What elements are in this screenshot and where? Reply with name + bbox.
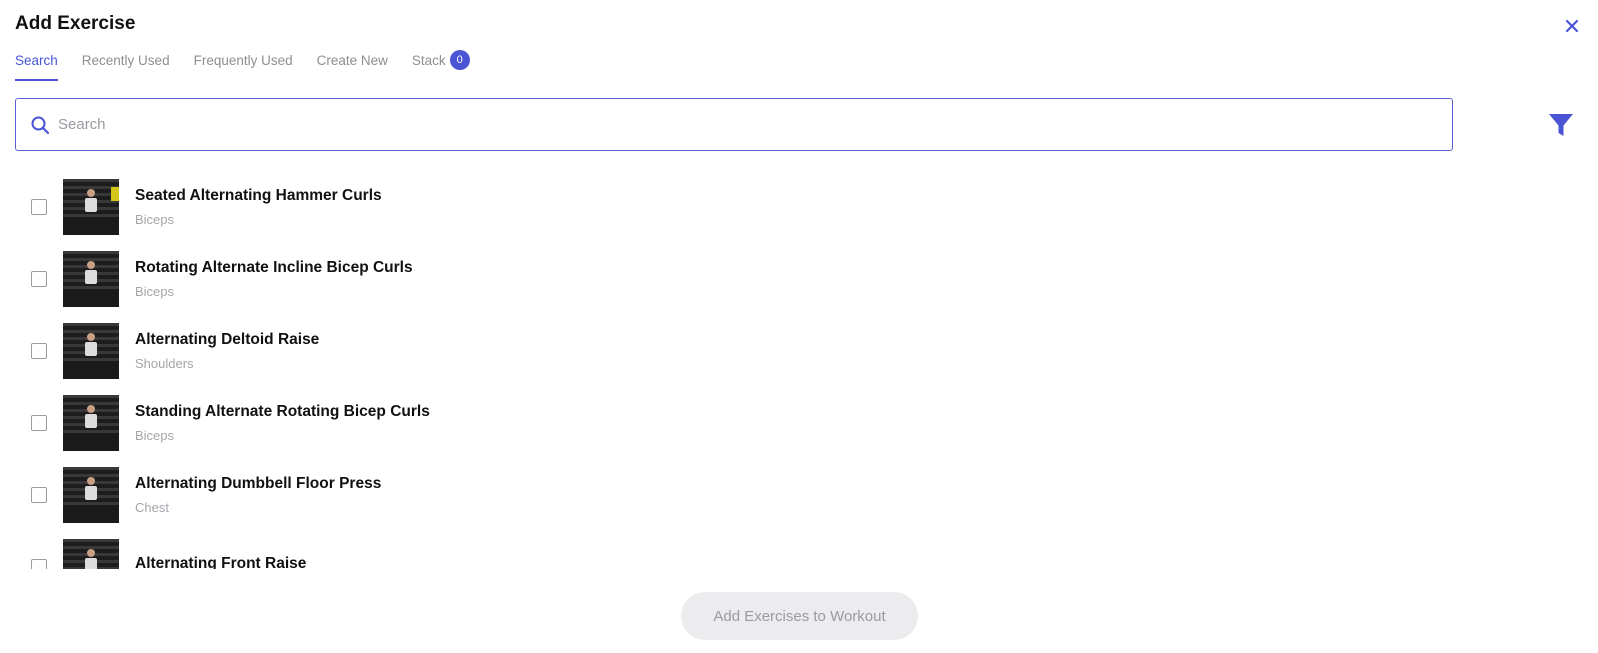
exercise-thumbnail [63, 395, 119, 451]
exercise-name: Alternating Dumbbell Floor Press [135, 475, 382, 492]
exercise-checkbox[interactable] [31, 271, 47, 287]
exercise-row[interactable]: Standing Alternate Rotating Bicep Curls … [15, 387, 1455, 459]
search-box[interactable] [15, 98, 1453, 151]
stack-count-badge: 0 [449, 50, 470, 70]
tab-stack[interactable]: Stack 0 [411, 50, 470, 81]
exercise-name: Seated Alternating Hammer Curls [135, 187, 382, 204]
exercise-checkbox[interactable] [31, 199, 47, 215]
exercise-checkbox[interactable] [31, 415, 47, 431]
tab-bar: Search Recently Used Frequently Used Cre… [15, 50, 494, 81]
exercise-category: Biceps [135, 212, 175, 227]
exercise-checkbox[interactable] [31, 487, 47, 503]
exercise-category: Biceps [135, 284, 175, 299]
exercise-name: Alternating Front Raise [135, 554, 307, 570]
exercise-category: Biceps [135, 428, 175, 443]
exercise-thumbnail [63, 323, 119, 379]
tab-label: Stack [411, 53, 446, 68]
tab-label: Recently Used [81, 53, 170, 68]
exercise-row[interactable]: Seated Alternating Hammer Curls Biceps [15, 171, 1455, 243]
search-input[interactable] [58, 116, 1438, 133]
exercise-row[interactable]: Alternating Dumbbell Floor Press Chest [15, 459, 1455, 531]
exercise-name: Rotating Alternate Incline Bicep Curls [135, 259, 413, 276]
search-icon [31, 116, 50, 134]
tab-recently-used[interactable]: Recently Used [82, 53, 170, 81]
exercise-checkbox[interactable] [31, 343, 47, 359]
exercise-category: Chest [135, 500, 169, 515]
filter-icon[interactable] [1548, 112, 1574, 138]
tab-create-new[interactable]: Create New [317, 53, 388, 81]
exercise-row[interactable]: Alternating Front Raise [15, 531, 1455, 569]
exercise-thumbnail [63, 179, 119, 235]
exercise-category: Shoulders [135, 356, 194, 371]
exercise-list: Seated Alternating Hammer Curls Biceps R… [15, 171, 1455, 569]
exercise-thumbnail [63, 251, 119, 307]
tab-label: Search [15, 53, 58, 68]
exercise-thumbnail [63, 467, 119, 523]
exercise-row[interactable]: Alternating Deltoid Raise Shoulders [15, 315, 1455, 387]
add-exercises-button[interactable]: Add Exercises to Workout [681, 592, 918, 640]
dialog-title: Add Exercise [15, 13, 136, 34]
exercise-name: Alternating Deltoid Raise [135, 331, 320, 348]
tab-search[interactable]: Search [15, 53, 58, 81]
tab-label: Create New [316, 53, 388, 68]
exercise-name: Standing Alternate Rotating Bicep Curls [135, 403, 430, 420]
exercise-thumbnail [63, 539, 119, 569]
close-icon[interactable] [1564, 18, 1580, 34]
exercise-row[interactable]: Rotating Alternate Incline Bicep Curls B… [15, 243, 1455, 315]
tab-frequently-used[interactable]: Frequently Used [194, 53, 293, 81]
exercise-checkbox[interactable] [31, 559, 47, 569]
tab-label: Frequently Used [193, 53, 293, 68]
